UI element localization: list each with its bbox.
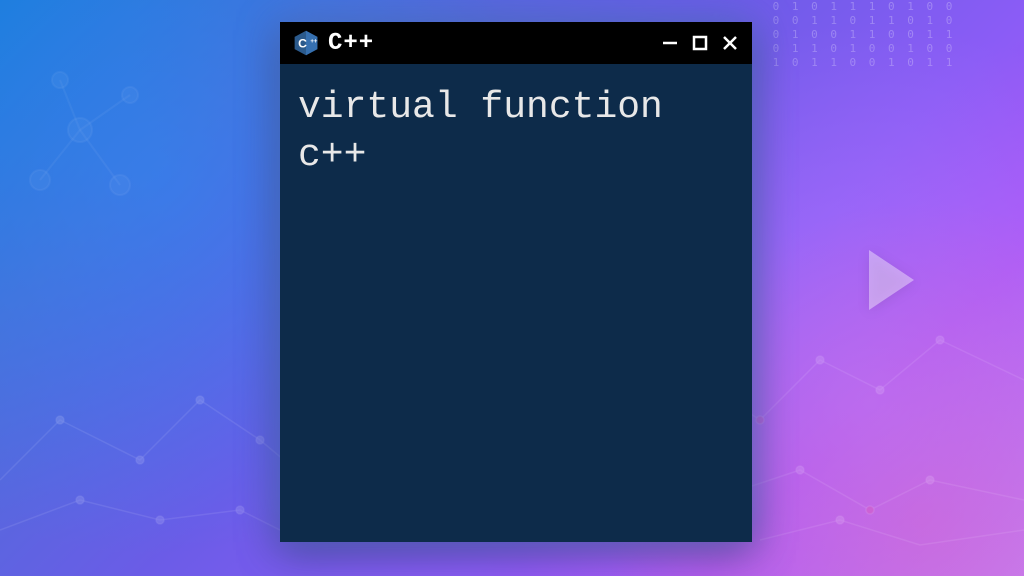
window-title: C++	[328, 30, 652, 57]
svg-text:+: +	[314, 38, 318, 45]
svg-text:C: C	[298, 36, 307, 50]
background-binary-rain: 0 1 0 1 1 1 0 1 0 0 0 0 1 1 0 1 1 0 1 0 …	[764, 0, 964, 180]
maximize-button[interactable]	[690, 33, 710, 53]
window-controls	[660, 33, 740, 53]
play-icon	[869, 250, 914, 310]
titlebar[interactable]: C + + C++	[280, 22, 752, 64]
close-button[interactable]	[720, 33, 740, 53]
terminal-window: C + + C++ virtual function c++	[280, 22, 752, 542]
terminal-content: virtual function c++	[298, 84, 734, 179]
minimize-button[interactable]	[660, 33, 680, 53]
cpp-logo-icon: C + +	[292, 29, 320, 57]
terminal-body[interactable]: virtual function c++	[280, 64, 752, 542]
